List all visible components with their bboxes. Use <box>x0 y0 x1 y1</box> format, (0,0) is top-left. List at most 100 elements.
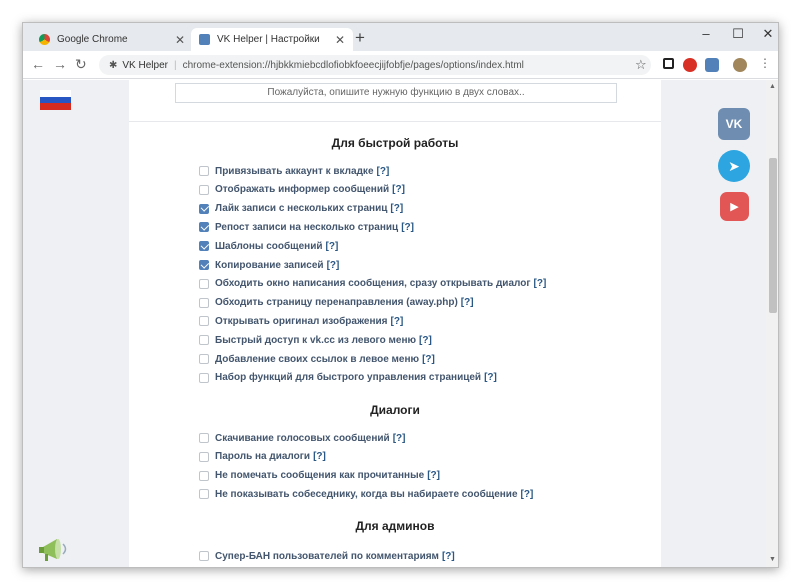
megaphone-icon[interactable] <box>37 535 73 565</box>
option-checkbox[interactable] <box>199 297 209 308</box>
options-panel: Пожалуйста, опишите нужную функцию в дву… <box>129 80 661 567</box>
reload-icon[interactable]: ↻ <box>75 56 87 73</box>
vk-icon[interactable]: VK <box>718 108 750 140</box>
option-row[interactable]: Открывать оригинал изображения [?] <box>199 314 403 328</box>
option-row[interactable]: Отображать информер сообщений [?] <box>199 183 405 197</box>
help-link[interactable]: [?] <box>327 260 340 271</box>
option-checkbox[interactable] <box>199 203 209 214</box>
option-row[interactable]: Привязывать аккаунт к вкладке [?] <box>199 164 389 178</box>
extension-badge-icon[interactable] <box>683 58 697 72</box>
option-row[interactable]: Скачивание голосовых сообщений [?] <box>199 431 405 445</box>
help-link[interactable]: [?] <box>393 433 406 444</box>
profile-avatar-icon[interactable] <box>733 58 747 72</box>
scroll-thumb[interactable] <box>769 158 777 313</box>
option-row[interactable]: Добавление своих ссылок в левое меню [?] <box>199 352 435 366</box>
help-link[interactable]: [?] <box>326 241 339 252</box>
option-label[interactable]: Набор функций для быстрого управления ст… <box>215 372 481 383</box>
option-label[interactable]: Лайк записи с нескольких страниц <box>215 203 387 214</box>
close-tab-icon[interactable]: ✕ <box>335 33 345 47</box>
tab-google-chrome[interactable]: Google Chrome ✕ <box>31 28 193 51</box>
option-checkbox[interactable] <box>199 551 209 561</box>
extension-triangle-icon[interactable] <box>663 58 674 69</box>
option-label[interactable]: Репост записи на несколько страниц <box>215 222 398 233</box>
help-link[interactable]: [?] <box>392 184 405 195</box>
option-label[interactable]: Обходить страницу перенаправления (away.… <box>215 297 458 308</box>
option-label[interactable]: Добавление своих ссылок в левое меню <box>215 354 419 365</box>
new-tab-button[interactable]: + <box>355 29 365 47</box>
help-link[interactable]: [?] <box>377 166 390 177</box>
help-link[interactable]: [?] <box>391 316 404 327</box>
option-row[interactable]: Репост записи на несколько страниц [?] <box>199 220 414 234</box>
option-label[interactable]: Не показывать собеседнику, когда вы наби… <box>215 489 518 500</box>
option-row[interactable]: Шаблоны сообщений [?] <box>199 239 338 253</box>
help-link[interactable]: [?] <box>313 451 326 462</box>
option-row[interactable]: Не помечать сообщения как прочитанные [?] <box>199 469 440 483</box>
option-row[interactable]: Быстрый доступ к vk.cc из левого меню [?] <box>199 333 432 347</box>
search-input[interactable]: Пожалуйста, опишите нужную функцию в дву… <box>175 83 617 103</box>
option-checkbox[interactable] <box>199 260 209 270</box>
option-checkbox[interactable] <box>199 166 209 176</box>
option-row[interactable]: Не показывать собеседнику, когда вы наби… <box>199 487 533 501</box>
section-title-admins: Для админов <box>355 519 435 533</box>
close-window-button[interactable]: ✕ <box>753 26 778 42</box>
help-link[interactable]: [?] <box>422 354 435 365</box>
maximize-button[interactable]: ☐ <box>723 26 753 42</box>
scroll-up-icon[interactable]: ▲ <box>769 83 776 90</box>
option-checkbox[interactable] <box>199 433 209 443</box>
option-label[interactable]: Обходить окно написания сообщения, сразу… <box>215 278 531 289</box>
option-checkbox[interactable] <box>199 354 209 364</box>
tab-vk-helper[interactable]: VK Helper | Настройки ✕ <box>191 28 353 51</box>
option-row[interactable]: Обходить окно написания сообщения, сразу… <box>199 277 546 291</box>
forward-arrow-icon[interactable]: → <box>53 56 67 72</box>
option-checkbox[interactable] <box>199 335 209 346</box>
option-checkbox[interactable] <box>199 451 209 462</box>
help-link[interactable]: [?] <box>521 489 534 500</box>
option-checkbox[interactable] <box>199 278 209 289</box>
option-label[interactable]: Привязывать аккаунт к вкладке <box>215 166 374 177</box>
help-link[interactable]: [?] <box>390 203 403 214</box>
help-link[interactable]: [?] <box>461 297 474 308</box>
option-checkbox[interactable] <box>199 489 209 500</box>
option-row[interactable]: Обходить страницу перенаправления (away.… <box>199 296 474 310</box>
menu-dots-icon[interactable]: ⋮ <box>759 56 771 70</box>
option-row[interactable]: Супер-БАН пользователей по комментариям[… <box>199 549 455 563</box>
vk-extension-icon[interactable] <box>705 58 719 72</box>
option-row[interactable]: Копирование записей [?] <box>199 258 339 272</box>
option-row[interactable]: Набор функций для быстрого управления ст… <box>199 371 497 385</box>
close-tab-icon[interactable]: ✕ <box>175 33 185 47</box>
page-content: Пожалуйста, опишите нужную функцию в дву… <box>23 80 778 567</box>
option-checkbox[interactable] <box>199 470 209 481</box>
option-label[interactable]: Скачивание голосовых сообщений <box>215 433 390 444</box>
option-checkbox[interactable] <box>199 372 209 383</box>
option-checkbox[interactable] <box>199 222 209 233</box>
help-link[interactable]: [?] <box>442 551 455 562</box>
address-bar[interactable]: ✱ VK Helper | chrome-extension://hjbkkmi… <box>99 55 651 75</box>
extension-name: VK Helper <box>122 59 168 71</box>
telegram-icon[interactable]: ➤ <box>718 150 750 182</box>
back-arrow-icon[interactable]: ← <box>31 56 45 72</box>
youtube-icon[interactable]: ▶ <box>720 192 749 221</box>
option-row[interactable]: Лайк записи с нескольких страниц [?] <box>199 202 403 216</box>
bookmark-star-icon[interactable]: ☆ <box>635 57 647 73</box>
help-link[interactable]: [?] <box>401 222 414 233</box>
option-row[interactable]: Пароль на диалоги [?] <box>199 450 326 464</box>
help-link[interactable]: [?] <box>419 335 432 346</box>
option-label[interactable]: Шаблоны сообщений <box>215 241 323 252</box>
help-link[interactable]: [?] <box>427 470 440 481</box>
option-label[interactable]: Быстрый доступ к vk.cc из левого меню <box>215 335 416 346</box>
option-label[interactable]: Супер-БАН пользователей по комментариям <box>215 551 439 562</box>
help-link[interactable]: [?] <box>534 278 547 289</box>
help-link[interactable]: [?] <box>484 372 497 383</box>
minimize-button[interactable]: – <box>691 26 721 41</box>
option-label[interactable]: Копирование записей <box>215 260 324 271</box>
scroll-down-icon[interactable]: ▼ <box>769 556 776 563</box>
russia-flag-icon[interactable] <box>40 90 71 110</box>
option-label[interactable]: Не помечать сообщения как прочитанные <box>215 470 424 481</box>
option-checkbox[interactable] <box>199 184 209 195</box>
option-checkbox[interactable] <box>199 316 209 327</box>
scrollbar[interactable]: ▲ ▼ <box>766 80 778 567</box>
option-label[interactable]: Пароль на диалоги <box>215 451 310 462</box>
option-label[interactable]: Отображать информер сообщений <box>215 184 389 195</box>
option-label[interactable]: Открывать оригинал изображения <box>215 316 388 327</box>
option-checkbox[interactable] <box>199 241 209 252</box>
